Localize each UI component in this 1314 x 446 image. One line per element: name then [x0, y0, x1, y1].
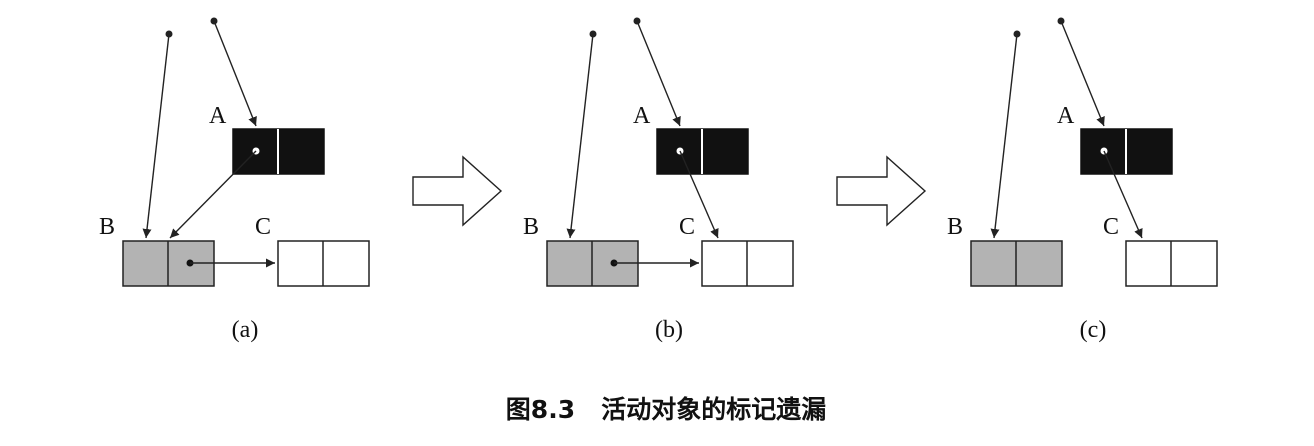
panel-c-sublabel: (c) [1080, 317, 1107, 343]
object-a [656, 128, 749, 175]
object-c-label: C [1103, 214, 1119, 240]
panel-b: A B C (b) [523, 17, 794, 343]
root-pointers [142, 17, 257, 239]
object-b-label: B [99, 214, 115, 240]
transition-arrow-icon [836, 155, 927, 227]
object-a-label: A [1057, 103, 1075, 129]
pointer-root-to-b [566, 33, 594, 239]
figure-caption: 图8.3 活动对象的标记遗漏 [506, 395, 826, 424]
object-c [701, 240, 794, 287]
figure-canvas: A B C (a) A B C (b) A B C (c) 图8.3 活动对象的… [99, 17, 1218, 424]
panel-a-sublabel: (a) [232, 317, 259, 343]
object-b-label: B [523, 214, 539, 240]
object-b-label: B [947, 214, 963, 240]
object-c [277, 240, 370, 287]
object-c-label: C [255, 214, 271, 240]
panel-a: A B C (a) [99, 17, 370, 343]
object-b [970, 240, 1063, 287]
transition-arrow-icon [412, 155, 503, 227]
root-pointers [566, 17, 681, 239]
panel-b-sublabel: (b) [655, 317, 683, 343]
panel-c: A B C (c) [947, 17, 1218, 343]
object-c-label: C [679, 214, 695, 240]
object-a [232, 128, 325, 175]
pointer-root-to-b [990, 33, 1018, 239]
pointer-root-to-b [142, 33, 170, 239]
object-a [1080, 128, 1173, 175]
object-c [1125, 240, 1218, 287]
root-pointers [990, 17, 1105, 239]
pointer-a-to-b [169, 150, 257, 239]
object-a-label: A [209, 103, 227, 129]
object-a-label: A [633, 103, 651, 129]
